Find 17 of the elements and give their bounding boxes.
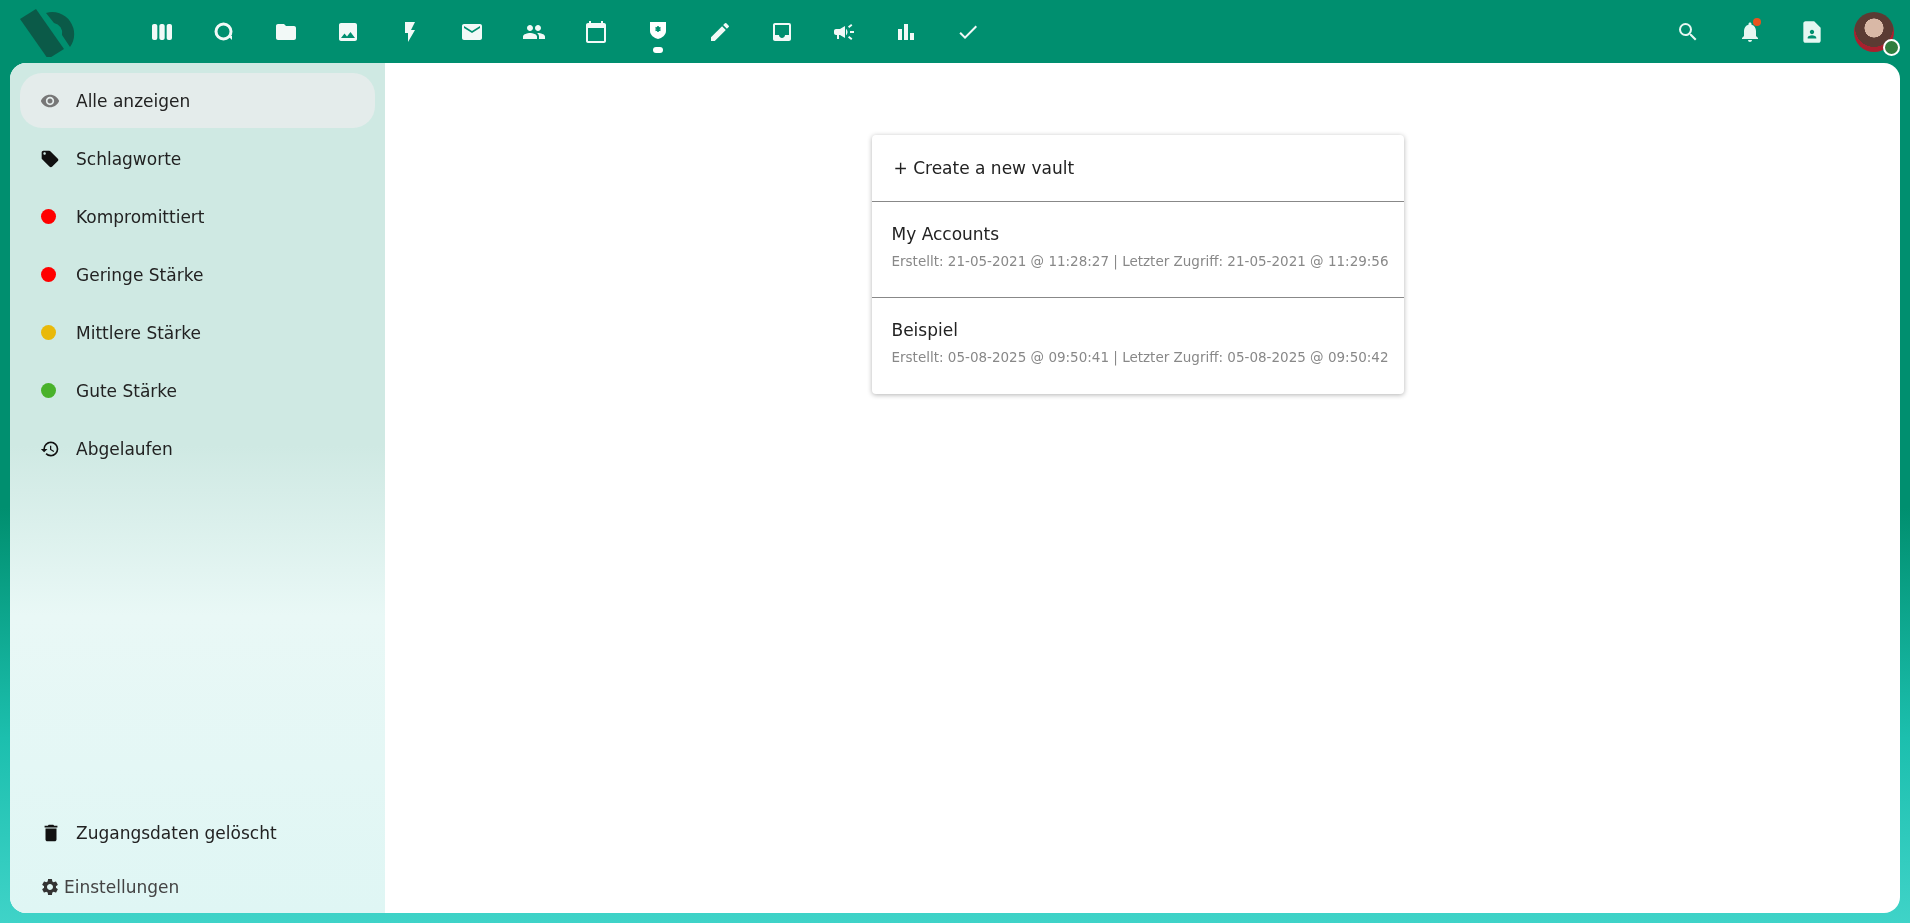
tag-icon [40, 148, 60, 169]
sidebar-item[interactable]: Zugangsdaten gelöscht [20, 805, 375, 860]
create-vault-button[interactable]: + Create a new vault [871, 135, 1404, 202]
sidebar-item[interactable]: Kompromittiert [20, 189, 375, 244]
sidebar-item[interactable]: Schlagworte [20, 131, 375, 186]
calendar-icon [584, 19, 608, 44]
sidebar-item[interactable]: Alle anzeigen [20, 73, 375, 128]
vault-row[interactable]: My Accounts Erstellt: 21-05-2021 @ 11:28:27 | Letzter Zugriff: 21-05-2021 @ 11:29:56 [871, 202, 1404, 298]
sidebar-item[interactable]: Gute Stärke [20, 363, 375, 418]
vault-name: My Accounts [891, 224, 1001, 244]
vault-row[interactable]: Beispiel Erstellt: 05-08-2025 @ 09:50:41 | Letzter Zugriff: 05-08-2025 @ 09:50:42 [871, 298, 1404, 394]
settings-icon [40, 877, 60, 897]
settings-button[interactable]: Einstellungen [20, 871, 180, 903]
vault-name: Beispiel [891, 320, 959, 340]
sidebar-item[interactable]: Geringe Stärke [20, 247, 375, 302]
sidebar-item[interactable]: Mittlere Stärke [20, 305, 375, 360]
sidebar-item[interactable]: Abgelaufen [20, 421, 375, 476]
